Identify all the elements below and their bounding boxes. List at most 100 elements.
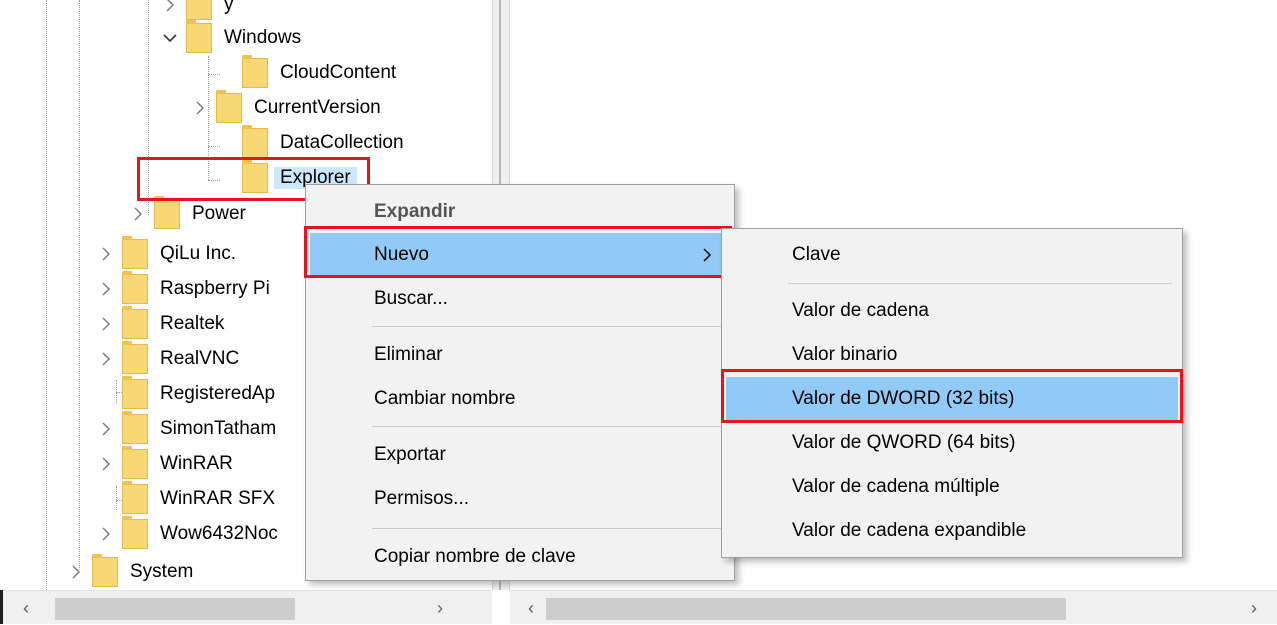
tree-node[interactable]: Power [128,196,246,231]
menu-item-label: Buscar... [374,288,448,309]
chevron-right-icon[interactable] [190,98,210,118]
tree-node[interactable]: Realtek [96,306,225,341]
submenu-item-valor-dword[interactable]: Valor de DWORD (32 bits) [726,377,1178,421]
chevron-right-icon[interactable] [160,0,180,15]
menu-item-label: Permisos... [374,488,470,509]
scroll-thumb[interactable] [55,598,295,620]
submenu-item-valor-cadena-expandible[interactable]: Valor de cadena expandible [726,509,1178,553]
tree-node[interactable]: y [160,0,234,22]
tree-node[interactable]: Windows [160,20,302,55]
tree-node-label: Power [192,203,246,224]
chevron-right-icon[interactable] [96,524,116,544]
values-horizontal-scrollbar[interactable]: ‹ › [510,590,1277,624]
folder-icon [186,0,212,20]
menu-separator [372,326,724,327]
menu-item-label: Valor de cadena expandible [792,520,1027,541]
tree-node[interactable]: Wow6432Noc [96,516,278,551]
scroll-right-icon[interactable]: › [1237,591,1271,625]
folder-icon [122,376,148,409]
tree-node-label: WinRAR SFX [160,488,276,509]
menu-item-label: Copiar nombre de clave [374,546,576,567]
menu-item-label: Clave [792,244,841,265]
tree-node-label: CurrentVersion [254,97,381,118]
chevron-right-icon[interactable] [96,244,116,264]
scroll-right-icon[interactable]: › [423,591,457,625]
tree-node-label: Raspberry Pi [160,278,270,299]
folder-icon [122,271,148,304]
folder-icon [122,341,148,374]
menu-item-label: Valor de QWORD (64 bits) [792,432,1016,453]
chevron-right-icon[interactable] [96,279,116,299]
chevron-right-icon[interactable] [96,454,116,474]
chevron-right-icon[interactable] [96,419,116,439]
tree-node-label: Wow6432Noc [160,523,278,544]
folder-icon [242,160,268,193]
menu-separator [372,528,724,529]
scroll-left-icon[interactable]: ‹ [514,591,548,625]
tree-guide-line [79,0,80,570]
tree-node[interactable]: WinRAR [96,446,233,481]
folder-icon [92,554,118,587]
menu-item-label: Nuevo [374,244,429,265]
tree-node[interactable]: RegisteredAp [96,376,276,411]
menu-separator [788,283,1172,284]
tree-node-label: RealVNC [160,348,240,369]
menu-item-cambiar-nombre[interactable]: Cambiar nombre [310,377,730,421]
chevron-down-icon[interactable] [160,28,180,48]
tree-node[interactable]: SimonTatham [96,411,276,446]
chevron-right-icon[interactable] [96,349,116,369]
menu-item-copiar-nombre-de-clave[interactable]: Copiar nombre de clave [310,535,730,579]
submenu-item-clave[interactable]: Clave [726,233,1178,277]
folder-icon [122,446,148,479]
folder-icon [242,125,268,158]
folder-icon [186,20,212,53]
tree-node-label: CloudContent [280,62,397,83]
folder-icon [122,481,148,514]
tree-node-label: Windows [224,27,302,48]
menu-separator [372,426,724,427]
chevron-right-icon[interactable] [66,562,86,582]
menu-item-label: Cambiar nombre [374,388,516,409]
menu-item-label: Valor binario [792,344,898,365]
tree-node[interactable]: RealVNC [96,341,240,376]
menu-item-expandir[interactable]: Expandir [310,190,730,234]
chevron-right-icon[interactable] [128,204,148,224]
folder-icon [216,90,242,123]
context-menu: Expandir Nuevo Buscar... Eliminar Cambia… [305,184,735,581]
tree-node[interactable]: QiLu Inc. [96,236,236,271]
new-submenu: Clave Valor de cadena Valor binario Valo… [721,228,1183,558]
folder-icon [242,55,268,88]
tree-node-label: Realtek [160,313,225,334]
menu-item-eliminar[interactable]: Eliminar [310,333,730,377]
tree-node[interactable]: CloudContent [216,55,397,90]
tree-node[interactable]: System [66,554,193,589]
tree-node[interactable]: DataCollection [216,125,404,160]
tree-node-label: DataCollection [280,132,404,153]
tree-node-label: RegisteredAp [160,383,276,404]
chevron-right-icon[interactable] [96,314,116,334]
menu-item-exportar[interactable]: Exportar [310,433,730,477]
menu-item-label: Valor de DWORD (32 bits) [792,388,1015,409]
tree-node-label: y [224,0,234,15]
menu-item-label: Valor de cadena múltiple [792,476,1000,497]
scroll-left-icon[interactable]: ‹ [9,591,43,625]
submenu-item-valor-binario[interactable]: Valor binario [726,333,1178,377]
tree-node[interactable]: Raspberry Pi [96,271,270,306]
tree-node[interactable]: CurrentVersion [190,90,381,125]
menu-item-nuevo[interactable]: Nuevo [310,233,730,277]
menu-item-buscar[interactable]: Buscar... [310,277,730,321]
tree-horizontal-scrollbar[interactable]: ‹ › [3,590,492,624]
folder-icon [122,236,148,269]
submenu-item-valor-de-cadena[interactable]: Valor de cadena [726,289,1178,333]
submenu-item-valor-qword[interactable]: Valor de QWORD (64 bits) [726,421,1178,465]
folder-icon [122,411,148,444]
menu-item-label: Expandir [374,201,456,222]
submenu-item-valor-cadena-multiple[interactable]: Valor de cadena múltiple [726,465,1178,509]
menu-item-permisos[interactable]: Permisos... [310,477,730,521]
tree-node[interactable]: WinRAR SFX [96,481,276,516]
scroll-thumb[interactable] [546,598,1066,620]
folder-icon [154,196,180,229]
